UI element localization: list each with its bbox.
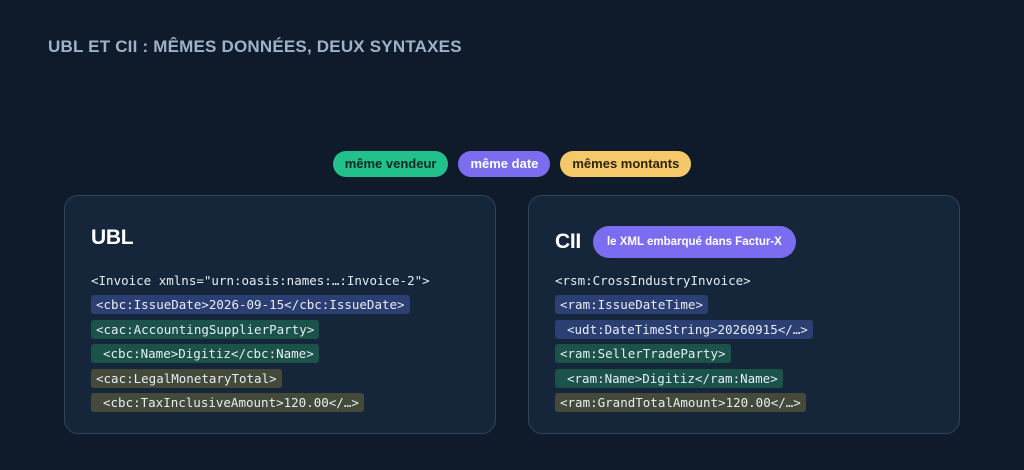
cii-code-line-datetime-string: <udt:DateTimeString>20260915</…> [555,319,813,339]
ubl-code-line-issue-date: <cbc:IssueDate>2026-09-15</cbc:IssueDate… [91,295,410,315]
cii-code-block: <rsm:CrossIndustryInvoice> <ram:IssueDat… [555,268,813,415]
cii-card-header: CII le XML embarqué dans Factur-X [555,226,796,258]
ubl-card-title: UBL [91,226,134,249]
ubl-code-block: <Invoice xmlns="urn:oasis:names:…:Invoic… [91,268,430,415]
ubl-code-line-monetary-total: <cac:LegalMonetaryTotal> [91,368,282,388]
ubl-card-header: UBL [91,226,134,250]
page-title: UBL ET CII : MÊMES DONNÉES, DEUX SYNTAXE… [48,37,462,56]
cii-code-line-seller-party: <ram:SellerTradeParty> [555,344,731,364]
ubl-code-line-amount: <cbc:TaxInclusiveAmount>120.00</…> [91,393,364,413]
cii-code-line-root: <rsm:CrossIndustryInvoice> [555,272,751,288]
legend-pill-seller: même vendeur [332,151,449,177]
cii-code-line-name: <ram:Name>Digitiz</ram:Name> [555,368,783,388]
cii-card-title: CII [555,230,581,253]
cii-code-line-grand-total: <ram:GrandTotalAmount>120.00</…> [555,393,806,413]
legend-pills: même vendeur même date mêmes montants [0,151,1024,177]
cii-facturx-tag: le XML embarqué dans Factur-X [592,226,796,258]
legend-pill-amounts: mêmes montants [560,151,692,177]
ubl-code-line-name: <cbc:Name>Digitiz</cbc:Name> [91,344,319,364]
ubl-code-line-root: <Invoice xmlns="urn:oasis:names:…:Invoic… [91,272,430,288]
ubl-card: UBL <Invoice xmlns="urn:oasis:names:…:In… [64,195,496,434]
legend-pill-date: même date [458,151,551,177]
cii-card: CII le XML embarqué dans Factur-X <rsm:C… [528,195,960,434]
cii-code-line-issue-datetime: <ram:IssueDateTime> [555,295,708,315]
ubl-code-line-supplier-party: <cac:AccountingSupplierParty> [91,319,320,339]
